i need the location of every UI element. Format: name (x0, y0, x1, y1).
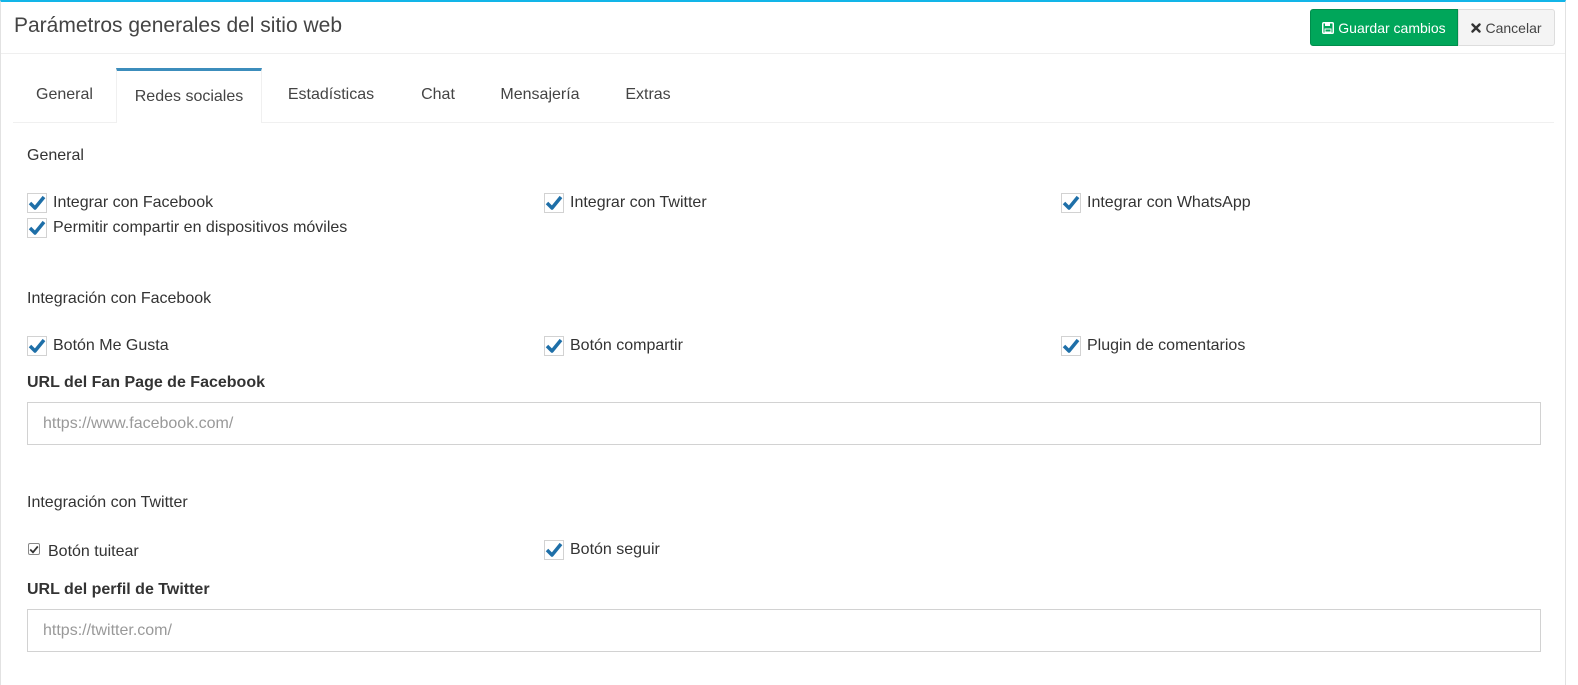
checkbox-checked-icon (544, 540, 564, 560)
checkbox-integrar-facebook[interactable]: Integrar con Facebook (27, 193, 213, 213)
save-button[interactable]: Guardar cambios (1310, 9, 1458, 46)
checkbox-checked-icon (544, 336, 564, 356)
facebook-url-label: URL del Fan Page de Facebook (27, 374, 265, 391)
twitter-url-input[interactable] (27, 609, 1541, 652)
checkbox-boton-tuitear[interactable]: Botón tuitear (28, 543, 139, 561)
section-title-facebook: Integración con Facebook (27, 290, 212, 307)
section-title-general: General (27, 147, 84, 164)
checkbox-checked-icon (544, 193, 564, 213)
checkbox-checked-icon (1061, 193, 1081, 213)
checkbox-integrar-twitter[interactable]: Integrar con Twitter (544, 193, 707, 213)
checkbox-checked-icon (28, 543, 40, 555)
settings-panel: Parámetros generales del sitio web Guard… (0, 0, 1566, 685)
tab-estadisticas[interactable]: Estadísticas (275, 68, 387, 122)
checkbox-boton-seguir[interactable]: Botón seguir (544, 540, 660, 560)
cancel-button[interactable]: Cancelar (1458, 9, 1555, 46)
checkbox-compartir-moviles[interactable]: Permitir compartir en dispositivos móvil… (27, 218, 347, 238)
tab-bar: General Redes sociales Estadísticas Chat… (13, 68, 1554, 123)
tab-extras[interactable]: Extras (613, 68, 683, 122)
tab-general[interactable]: General (13, 68, 116, 122)
save-button-label: Guardar cambios (1338, 19, 1446, 36)
checkbox-checked-icon (1061, 336, 1081, 356)
close-icon (1471, 22, 1482, 33)
floppy-disk-icon (1322, 21, 1335, 34)
section-title-twitter: Integración con Twitter (27, 494, 188, 511)
panel-header: Parámetros generales del sitio web Guard… (1, 2, 1565, 54)
checkbox-plugin-comentarios[interactable]: Plugin de comentarios (1061, 336, 1245, 356)
page-title: Parámetros generales del sitio web (14, 14, 343, 37)
checkbox-checked-icon (27, 336, 47, 356)
checkbox-checked-icon (27, 218, 47, 238)
cancel-button-label: Cancelar (1485, 19, 1542, 36)
tab-chat[interactable]: Chat (408, 68, 468, 122)
facebook-url-input[interactable] (27, 402, 1541, 445)
checkbox-boton-compartir[interactable]: Botón compartir (544, 336, 683, 356)
checkbox-checked-icon (27, 193, 47, 213)
twitter-url-label: URL del perfil de Twitter (27, 581, 210, 598)
tab-mensajeria[interactable]: Mensajería (489, 68, 591, 122)
checkbox-integrar-whatsapp[interactable]: Integrar con WhatsApp (1061, 193, 1251, 213)
checkbox-boton-me-gusta[interactable]: Botón Me Gusta (27, 336, 169, 356)
tab-redes-sociales[interactable]: Redes sociales (116, 68, 262, 123)
